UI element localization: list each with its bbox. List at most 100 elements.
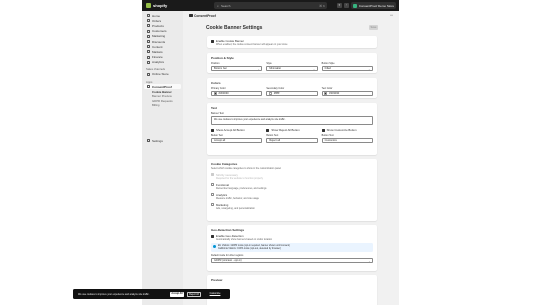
person-icon [147, 29, 150, 33]
position-style-title: Position & Style [211, 56, 234, 60]
show-customize-label: Show Customize Button [326, 128, 357, 132]
sidebar-item-label: Markets [152, 49, 163, 54]
show-customize-checkbox[interactable] [321, 128, 325, 132]
category-desc: Required for the website to function pro… [216, 177, 263, 180]
orders-icon [147, 19, 150, 23]
chevron-down-icon: ⌄ [368, 67, 371, 71]
sidebar-item-label: ConsentProof [152, 84, 172, 89]
category-functional-checkbox[interactable] [211, 183, 214, 186]
style-label: Style [266, 62, 272, 65]
enable-banner-checkbox[interactable] [211, 39, 214, 43]
sidebar-item-label: Analytics [152, 60, 165, 65]
sidebar-item-label: Customers [152, 29, 167, 34]
preview-title: Preview [211, 278, 223, 282]
sidebar-item-label: Discounts [152, 39, 166, 44]
shopify-logo[interactable]: shopify [146, 3, 167, 8]
customize-button[interactable]: Customize [205, 291, 225, 297]
default-mode-value: GDPR (strictest - opt-in) [214, 259, 242, 262]
secondary-color-field[interactable]: #ffffff [266, 91, 318, 96]
category-marketing-checkbox[interactable] [211, 203, 214, 206]
sidebar-item-label: Content [152, 44, 163, 49]
logo-text: shopify [153, 3, 168, 8]
search-icon: ⌕ [217, 3, 219, 8]
category-desc: Ads, retargeting, and personalization [216, 207, 255, 210]
customize-text-input[interactable]: Customize [321, 138, 373, 143]
store-switcher[interactable]: ConsentProof Demo Store [350, 2, 396, 9]
primary-color-swatch[interactable] [213, 92, 217, 95]
category-analytics: Analytics Measure traffic, behavior, and … [211, 193, 373, 200]
enable-banner-help: When enabled, the cookie consent banner … [216, 43, 288, 46]
reject-all-button[interactable]: Reject All [187, 291, 201, 297]
accept-text-label: Button Text [211, 134, 223, 137]
app-frame: shopify ⌕ Search ⌘ K ✦ ◔ ConsentProof De… [142, 0, 399, 305]
default-mode-select[interactable]: GDPR (strictest - opt-in) ⌄ [211, 258, 373, 263]
category-necessary: Strictly necessary Required for the websi… [211, 173, 373, 180]
chart-icon [147, 60, 150, 64]
search-input[interactable]: ⌕ Search ⌘ K [214, 2, 327, 9]
sidebar-subitem-billing[interactable]: Billing [142, 103, 183, 108]
position-label: Position [211, 62, 220, 65]
text-color-value: #303030 [329, 92, 340, 95]
home-icon [147, 14, 150, 18]
geo-detection-checkbox[interactable] [211, 234, 214, 238]
more-icon[interactable]: ••• [390, 13, 393, 17]
sidebar-item-label: Settings [152, 138, 163, 143]
primary-color-value: #303030 [218, 92, 229, 95]
category-functional: Functional Remember language, preferences… [211, 183, 373, 190]
sidebar-item-label: Finance [152, 55, 163, 60]
reject-text-label: Button Text [266, 134, 279, 137]
text-color-label: Text Color [321, 87, 333, 90]
secondary-color-label: Secondary Color [266, 87, 285, 90]
sidebar-item-label: Home [152, 13, 161, 18]
sidekick-icon[interactable]: ✦ [336, 3, 342, 8]
bank-icon [147, 55, 150, 59]
search-shortcut: ⌘ K [319, 3, 325, 8]
banner-text-input[interactable]: We use cookies to improve your experienc… [211, 116, 373, 125]
position-style-card: Position & Style Position Bottom bar ⌄ St… [207, 53, 377, 73]
topbar-actions: ✦ ◔ ConsentProof Demo Store [336, 2, 396, 9]
style-select[interactable]: Minimalist ⌄ [266, 66, 318, 71]
enable-card: Enable Cookie Banner When enabled, the c… [207, 36, 377, 48]
button-style-select[interactable]: Filled ⌄ [321, 66, 373, 71]
position-value: Bottom bar [214, 67, 227, 70]
sidebar-item-label: Orders [152, 18, 162, 23]
secondary-color-swatch[interactable] [268, 92, 272, 95]
app-icon [189, 13, 193, 18]
button-style-label: Button Style [321, 62, 335, 65]
colors-title: Colors [211, 81, 221, 85]
store-avatar [352, 3, 357, 8]
top-bar: shopify ⌕ Search ⌘ K ✦ ◔ ConsentProof De… [142, 0, 399, 11]
text-color-swatch[interactable] [324, 92, 328, 95]
colors-card: Colors Primary Color #303030 Secondary C… [207, 78, 377, 98]
primary-color-label: Primary Color [211, 87, 226, 90]
text-color-field[interactable]: #303030 [321, 91, 373, 96]
page-title: Cookie Banner Settings [206, 25, 263, 31]
chevron-down-icon: ⌄ [312, 67, 316, 71]
sidebar-item-online-store[interactable]: Online Store [142, 72, 183, 77]
style-value: Minimalist [269, 67, 281, 70]
accept-text-input[interactable]: Accept all [211, 138, 263, 143]
show-reject-checkbox[interactable] [266, 128, 270, 132]
position-select[interactable]: Bottom bar ⌄ [211, 66, 263, 71]
cookie-categories-card: Cookie Categories Select which cookie ca… [207, 159, 377, 221]
sidebar-item-analytics[interactable]: Analytics [142, 60, 183, 65]
sidebar-item-settings[interactable]: Settings [142, 138, 183, 143]
consent-message: We use cookies to improve your experienc… [78, 292, 150, 296]
save-button[interactable]: Save [369, 25, 378, 30]
shopify-bag-icon [146, 3, 151, 8]
cookie-categories-title: Cookie Categories [211, 162, 238, 166]
app-title: ConsentProof [194, 13, 216, 18]
show-accept-checkbox[interactable] [211, 128, 214, 132]
category-analytics-checkbox[interactable] [211, 193, 214, 196]
customize-text-label: Button Text [321, 134, 334, 137]
primary-color-field[interactable]: #303030 [211, 91, 263, 96]
accept-all-button[interactable]: Accept All [170, 291, 184, 297]
discount-icon [147, 40, 150, 44]
geo-detection-card: Geo-Detection Settings Enable Geo-Detect… [207, 225, 377, 271]
reject-text-input[interactable]: Reject all [266, 138, 318, 143]
default-mode-label: Default mode for other regions [211, 254, 244, 257]
bell-icon[interactable]: ◔ [343, 3, 349, 8]
chevron-down-icon: ⌄ [257, 67, 260, 71]
store-name: ConsentProof Demo Store [358, 3, 394, 8]
store-icon [147, 72, 150, 76]
